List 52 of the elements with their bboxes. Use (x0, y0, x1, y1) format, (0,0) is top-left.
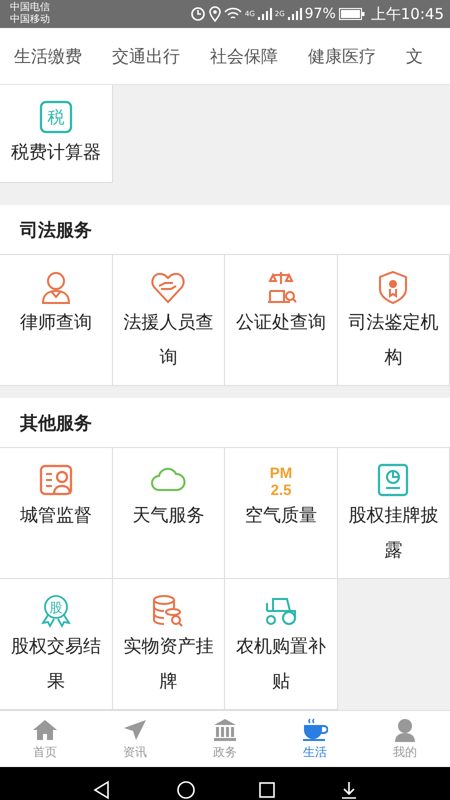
alarm-icon (190, 6, 206, 22)
service-label: 股权挂牌披露 (347, 504, 440, 563)
service-tile[interactable]: 律师查询 (0, 255, 112, 386)
carrier-name: 中国移动 (10, 14, 50, 26)
category-tab[interactable]: 交通出行 (112, 44, 180, 68)
service-label: 天气服务 (131, 504, 206, 528)
home-icon (32, 718, 58, 742)
service-label: 城管监督 (18, 504, 93, 528)
service-tile[interactable]: PM 2.5 空气质量 (225, 448, 338, 579)
service-tile[interactable]: 农机购置补贴 (225, 579, 338, 710)
service-label: 公证处查询 (234, 311, 327, 335)
category-tab[interactable]: 健康医疗 (308, 44, 376, 68)
service-label: 司法鉴定机构 (347, 311, 440, 370)
service-tile[interactable]: 天气服务 (112, 448, 225, 579)
pm-icon: PM 2.5 (262, 462, 299, 498)
battery-percent: 97% (304, 6, 336, 22)
cup-icon (302, 718, 328, 742)
service-label: 实物资产挂牌 (122, 635, 214, 694)
category-tab[interactable]: 生活缴费 (14, 44, 82, 68)
service-tile[interactable]: 城管监督 (0, 448, 112, 579)
nav-tab[interactable]: 生活 (270, 711, 360, 767)
service-label: 空气质量 (244, 504, 318, 528)
battery-icon (338, 8, 365, 20)
location-icon (208, 6, 221, 22)
card-icon (38, 462, 74, 498)
service-tile[interactable]: 司法鉴定机构 (338, 255, 450, 386)
signal-icon (288, 8, 302, 20)
home-circle-icon[interactable] (176, 780, 196, 800)
service-label: 法援人员查询 (122, 311, 214, 370)
category-tab[interactable]: 社会保障 (210, 44, 278, 68)
wifi-icon (224, 7, 242, 21)
service-label: 税费计算器 (10, 141, 102, 165)
user-icon (392, 718, 418, 742)
carrier-name: 中国电信 (10, 2, 50, 14)
service-tile[interactable]: 公证处查询 (225, 255, 338, 386)
service-tile[interactable]: 税 税费计算器 (0, 85, 112, 183)
service-tile[interactable]: 股权挂牌披露 (338, 448, 450, 579)
service-label: 农机购置补贴 (234, 635, 327, 694)
service-label: 律师查询 (18, 311, 93, 335)
section-title: 司法服务 (20, 218, 92, 242)
section-title: 其他服务 (20, 412, 92, 434)
tax-icon: 税 (38, 99, 74, 135)
signal-icon (258, 8, 272, 20)
category-tab[interactable]: 文 (406, 44, 423, 68)
service-tile[interactable]: 法援人员查询 (112, 255, 225, 386)
bank-icon (212, 718, 238, 742)
recent-apps-icon[interactable] (258, 780, 276, 798)
service-tile[interactable]: 股 股权交易结果 (0, 579, 112, 710)
paper-plane-icon (122, 718, 148, 742)
clock: 上午10:45 (370, 4, 444, 24)
service-tile[interactable]: 实物资产挂牌 (112, 579, 225, 710)
service-label: 股权交易结果 (10, 635, 102, 694)
